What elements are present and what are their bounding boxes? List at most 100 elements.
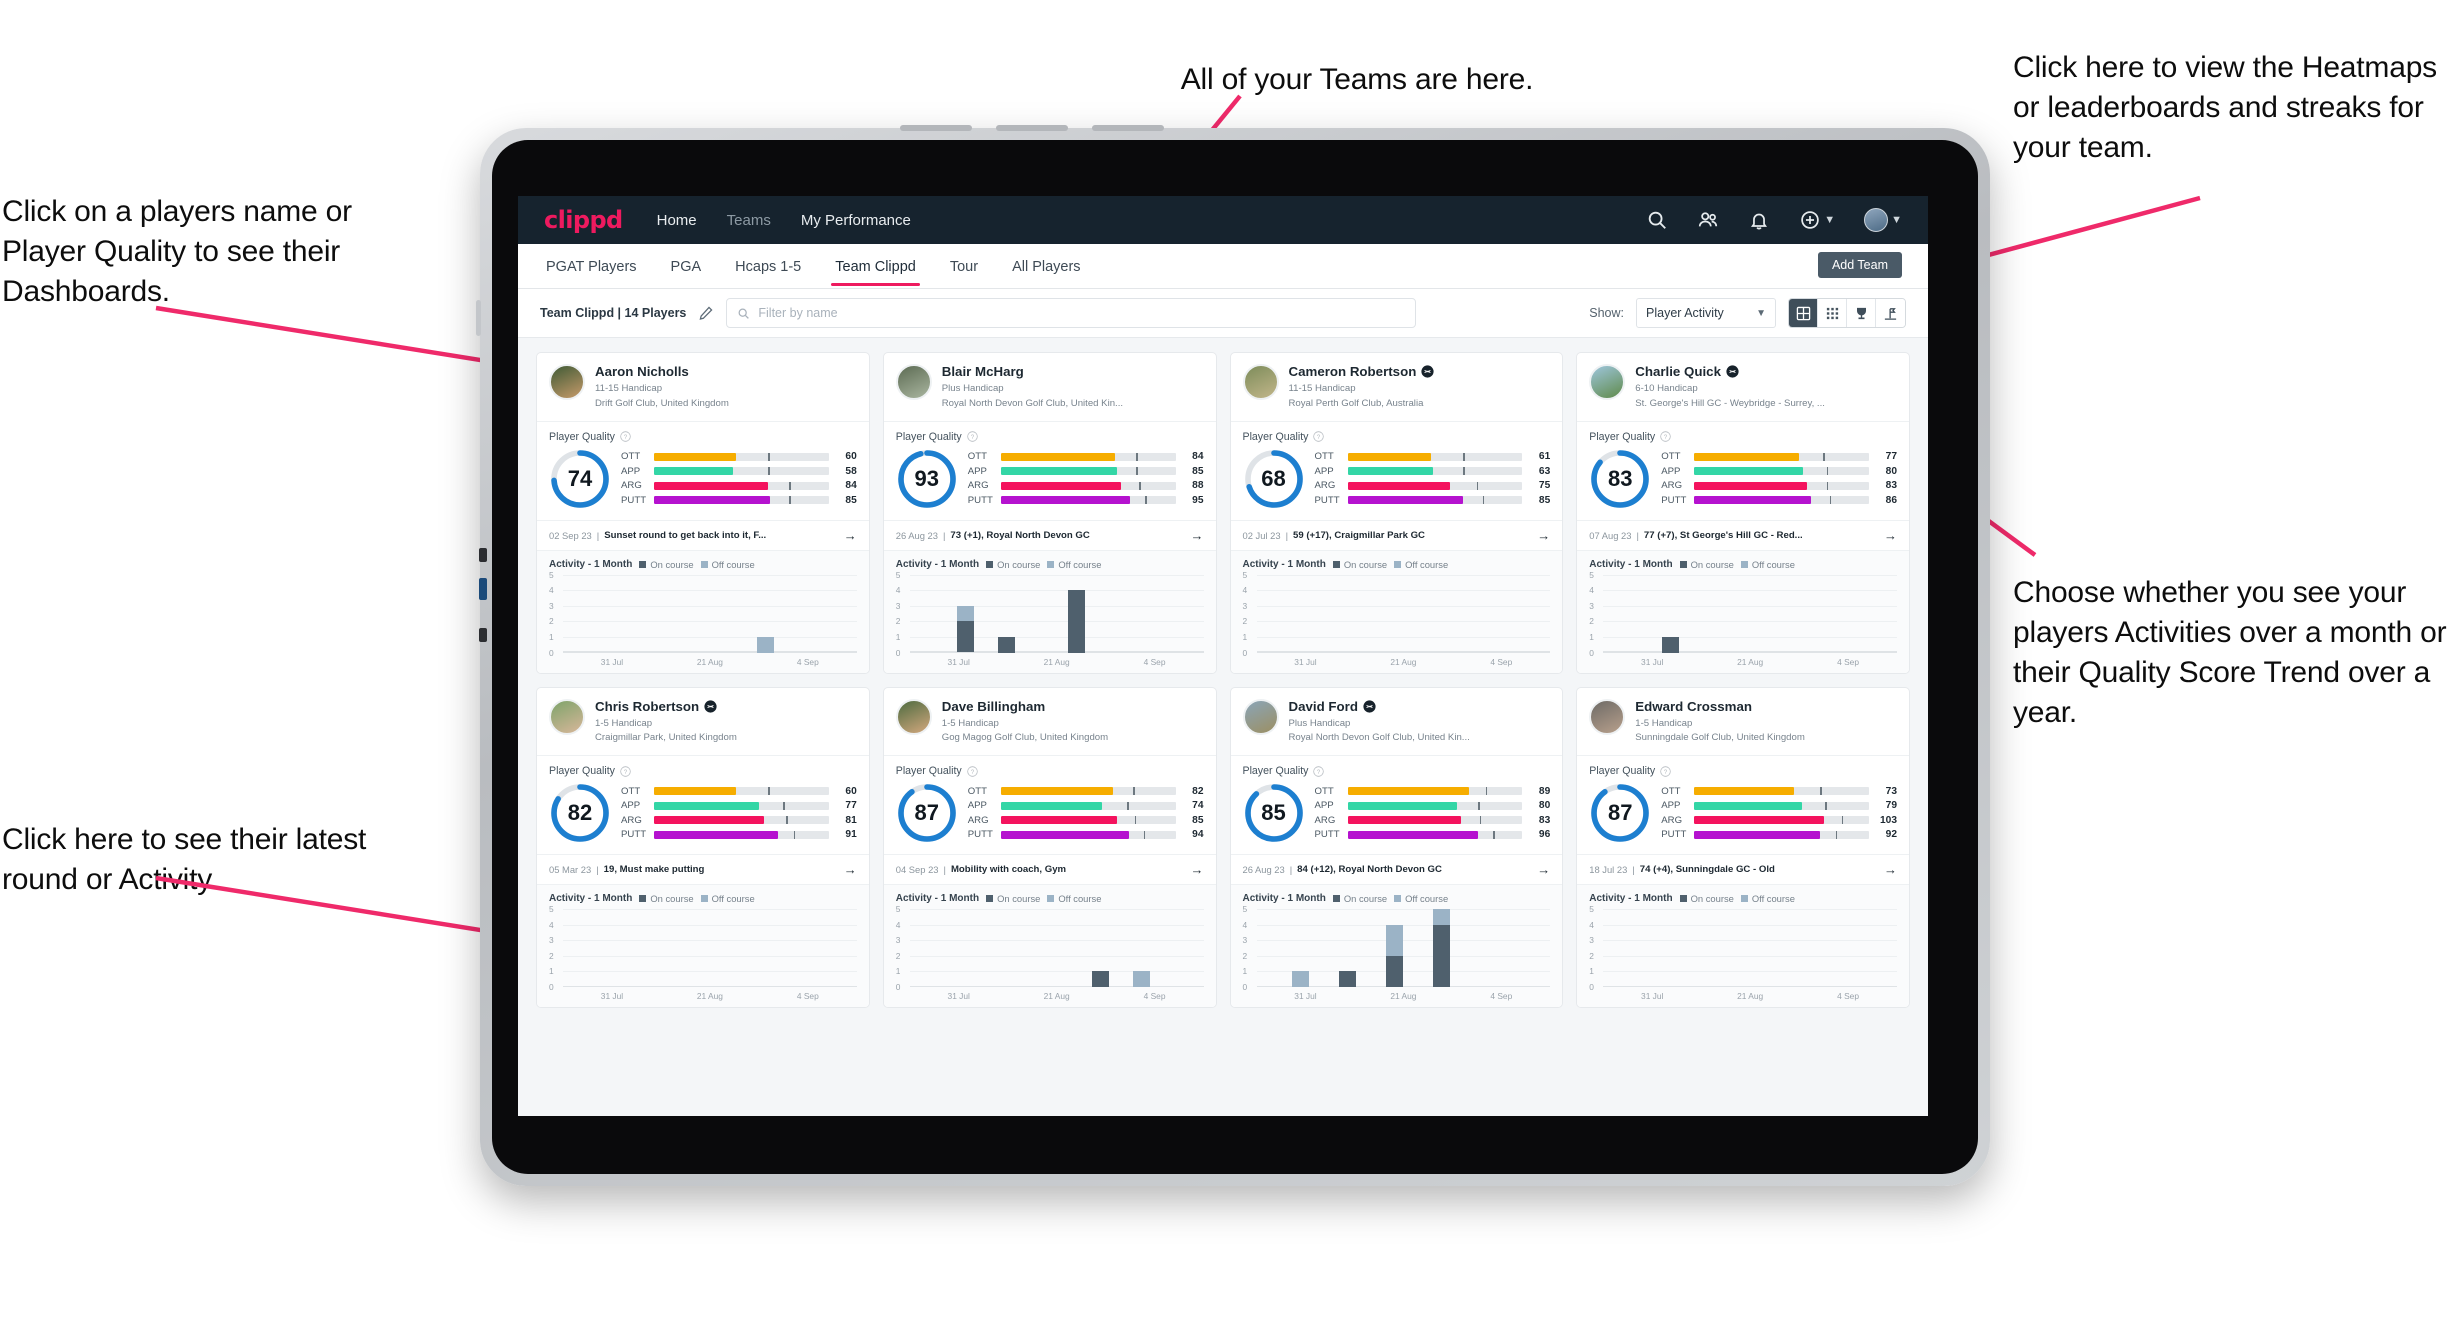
help-icon[interactable]: ? [1313, 431, 1325, 442]
on-course-segment [956, 621, 974, 653]
off-course-swatch [700, 895, 708, 902]
tab-tour[interactable]: Tour [948, 247, 980, 286]
player-avatar [1242, 698, 1279, 735]
latest-round-row[interactable]: 07 Aug 23 | 77 (+7), St George's Hill GC -… [1577, 519, 1909, 550]
small-grid-view-button[interactable] [1818, 299, 1847, 327]
player-card[interactable]: Dave Billingham 1-5 Handicap Gog Magog Gol… [882, 686, 1217, 1008]
player-quality-section[interactable]: Player Quality? 82 OTT 60 APP 77 ARG 81 PUTT 91 [537, 755, 869, 854]
quality-ring: 87 [1589, 782, 1651, 844]
arrow-right-icon[interactable]: → [844, 528, 857, 543]
large-grid-icon [1796, 306, 1810, 320]
metric-track [1694, 816, 1869, 825]
arrow-right-icon[interactable]: → [1884, 862, 1897, 877]
arrow-right-icon[interactable]: → [1537, 862, 1550, 877]
help-icon[interactable]: ? [1660, 431, 1671, 442]
arrow-right-icon[interactable]: → [1884, 528, 1897, 543]
latest-round-separator: | [1289, 864, 1293, 875]
search-icon[interactable] [1646, 209, 1668, 231]
large-grid-view-button[interactable] [1789, 299, 1818, 327]
profile-menu[interactable]: ▼ [1864, 208, 1902, 232]
player-name[interactable]: Edward Crossman [1635, 699, 1805, 714]
tab-team-clippd[interactable]: Team Clippd [831, 247, 920, 286]
tab-all-players[interactable]: All Players [1010, 247, 1083, 286]
latest-round-row[interactable]: 05 Mar 23 | 19, Must make putting → [537, 854, 869, 884]
bell-icon[interactable] [1748, 209, 1770, 231]
player-quality-section[interactable]: Player Quality? 85 OTT 89 APP 80 ARG 83 PUTT 96 [1230, 755, 1563, 854]
add-menu[interactable]: ▼ [1799, 209, 1835, 231]
metric-row: APP 85 [968, 466, 1204, 477]
tab-hcaps-1-5[interactable]: Hcaps 1-5 [733, 247, 803, 286]
y-tick-label: 2 [1242, 950, 1248, 961]
player-quality-section[interactable]: Player Quality? 68 OTT 61 APP 63 ARG 75 PUTT 85 [1230, 420, 1563, 520]
add-team-button[interactable]: Add Team [1817, 252, 1902, 278]
help-icon[interactable]: ? [620, 431, 631, 442]
arrow-right-icon[interactable]: → [1191, 862, 1204, 877]
player-card[interactable]: Blair McHarg Plus Handicap Royal North Dev… [882, 352, 1217, 674]
plus-circle-icon[interactable] [1799, 209, 1821, 231]
player-quality-section[interactable]: Player Quality? 93 OTT 84 APP 85 ARG 88 PUTT 95 [883, 420, 1216, 520]
search-input[interactable]: Filter by name [726, 298, 1417, 328]
latest-round-row[interactable]: 26 Aug 23 | 84 (+12), Royal North Devon GC… [1230, 854, 1563, 884]
avatar[interactable] [1864, 208, 1889, 232]
latest-round-row[interactable]: 02 Sep 23 | Sunset round to get back into … [537, 519, 869, 550]
metric-row: APP 63 [1315, 466, 1551, 477]
metric-tick [783, 801, 785, 810]
people-icon[interactable] [1697, 209, 1719, 231]
player-card[interactable]: Cameron Robertson 11-15 Handicap Royal Per… [1229, 352, 1564, 674]
leaderboard-trophy-view-button[interactable] [1847, 299, 1876, 327]
help-icon[interactable]: ? [967, 431, 978, 442]
player-quality-section[interactable]: Player Quality? 74 OTT 60 APP 58 ARG 84 PUTT 85 [537, 420, 869, 520]
player-name[interactable]: Blair McHarg [942, 364, 1123, 379]
player-card[interactable]: Chris Robertson 1-5 Handicap Craigmillar P… [536, 686, 870, 1008]
player-quality-section[interactable]: Player Quality? 87 OTT 73 APP 79 ARG 103 PUTT 92 [1577, 755, 1909, 854]
metric-fill [1000, 496, 1131, 505]
pencil-icon[interactable] [698, 305, 714, 321]
help-icon[interactable]: ? [1660, 765, 1671, 777]
tab-pgat-players[interactable]: PGAT Players [544, 247, 639, 286]
player-card[interactable]: David Ford Plus Handicap Royal North Devon… [1229, 686, 1564, 1008]
player-card[interactable]: Charlie Quick 6-10 Handicap St. George's H… [1576, 352, 1910, 674]
player-name[interactable]: Chris Robertson [595, 699, 737, 714]
player-quality-section[interactable]: Player Quality? 87 OTT 82 APP 74 ARG 85 PUTT 94 [883, 755, 1216, 854]
latest-round-row[interactable]: 26 Aug 23 | 73 (+1), Royal North Devon GC → [883, 519, 1216, 550]
nav-home[interactable]: Home [657, 212, 697, 229]
tab-pga[interactable]: PGA [669, 247, 704, 286]
help-icon[interactable]: ? [620, 765, 631, 777]
player-card-header[interactable]: Dave Billingham 1-5 Handicap Gog Magog Gol… [884, 688, 1216, 756]
latest-round-row[interactable]: 02 Jul 23 | 59 (+17), Craigmillar Park GC → [1230, 519, 1563, 550]
player-name[interactable]: Cameron Robertson [1289, 364, 1435, 379]
player-name[interactable]: David Ford [1289, 699, 1470, 714]
metric-row: ARG 88 [968, 480, 1204, 491]
latest-round-row[interactable]: 18 Jul 23 | 74 (+4), Sunningdale GC - Old → [1577, 854, 1909, 884]
player-name[interactable]: Charlie Quick [1635, 364, 1825, 379]
x-tick-label: 21 Aug [696, 991, 723, 1001]
nav-my-performance[interactable]: My Performance [801, 212, 911, 229]
player-club: Craigmillar Park, United Kingdom [595, 732, 737, 744]
player-card-header[interactable]: Aaron Nicholls 11-15 Handicap Drift Golf C… [537, 353, 869, 421]
metric-tick [1493, 830, 1495, 839]
player-card-header[interactable]: Blair McHarg Plus Handicap Royal North Dev… [884, 353, 1216, 421]
player-card-header[interactable]: Chris Robertson 1-5 Handicap Craigmillar P… [537, 688, 869, 756]
latest-round-row[interactable]: 04 Sep 23 | Mobility with coach, Gym → [883, 854, 1216, 884]
clippd-logo[interactable]: clippd [544, 206, 623, 234]
player-card[interactable]: Aaron Nicholls 11-15 Handicap Drift Golf C… [536, 352, 870, 674]
nav-teams[interactable]: Teams [727, 212, 771, 229]
help-icon[interactable]: ? [967, 765, 978, 777]
player-name[interactable]: Aaron Nicholls [595, 364, 729, 379]
player-card[interactable]: Edward Crossman 1-5 Handicap Sunningdale G… [1576, 686, 1910, 1008]
on-course-label: On course [1343, 893, 1388, 904]
player-name[interactable]: Dave Billingham [942, 699, 1108, 714]
player-card-header[interactable]: Cameron Robertson 11-15 Handicap Royal Per… [1231, 353, 1563, 421]
help-icon[interactable]: ? [1313, 765, 1325, 777]
player-avatar [895, 364, 932, 400]
player-quality-section[interactable]: Player Quality? 83 OTT 77 APP 80 ARG 83 PUTT 86 [1577, 420, 1909, 520]
show-select[interactable]: Player Activity ▼ [1636, 298, 1776, 328]
x-tick-label: 31 Jul [1641, 991, 1664, 1001]
arrow-right-icon[interactable]: → [1191, 528, 1204, 543]
player-card-header[interactable]: Edward Crossman 1-5 Handicap Sunningdale G… [1577, 688, 1909, 756]
arrow-right-icon[interactable]: → [1537, 528, 1550, 543]
player-card-header[interactable]: Charlie Quick 6-10 Handicap St. George's H… [1577, 353, 1909, 421]
player-card-header[interactable]: David Ford Plus Handicap Royal North Devon… [1231, 688, 1563, 756]
heatmap-view-button[interactable] [1876, 299, 1905, 327]
arrow-right-icon[interactable]: → [844, 862, 857, 877]
